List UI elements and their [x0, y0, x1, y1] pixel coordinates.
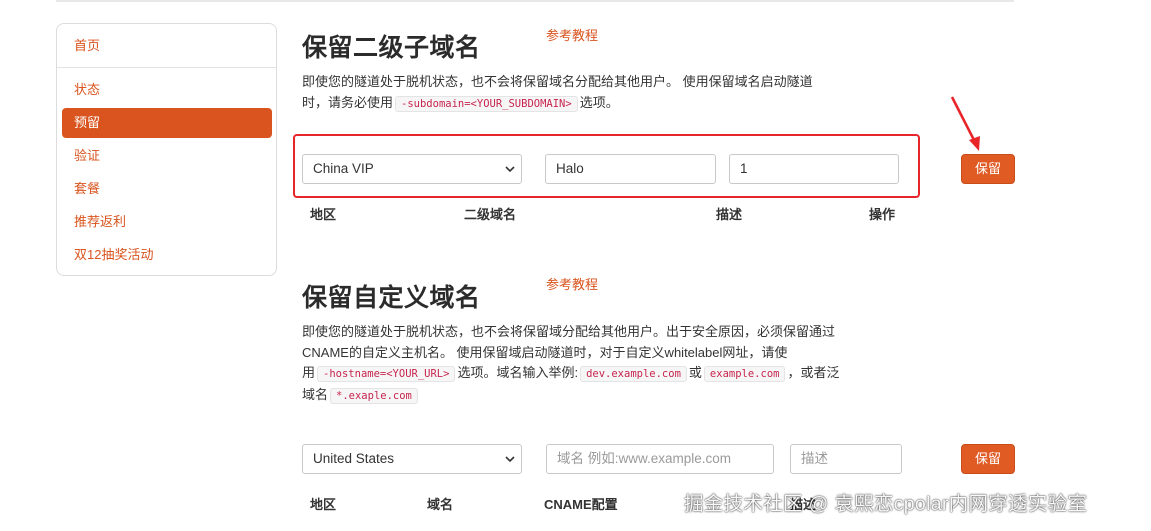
custom-domain-description: 即使您的隧道处于脱机状态，也不会将保留域分配给其他用户。出于安全原因，必须保留通…: [302, 322, 912, 406]
desc-text: 域名: [302, 386, 329, 402]
custom-desc-line1: 即使您的隧道处于脱机状态，也不会将保留域分配给其他用户。出于安全原因，必须保留通…: [302, 324, 836, 339]
custom-domain-input[interactable]: 域名 例如:www.example.com: [546, 444, 774, 474]
custom-col-region: 地区: [310, 497, 337, 512]
subdomain-col-region: 地区: [310, 207, 337, 222]
example-domain-code: example.com: [703, 366, 786, 382]
custom-domain-description-input[interactable]: 描述: [790, 444, 902, 474]
sidebar-item-status[interactable]: 状态: [62, 75, 272, 105]
reserve-custom-domain-button[interactable]: 保留: [961, 444, 1015, 474]
subdomain-tutorial-link[interactable]: 参考教程: [546, 25, 598, 44]
subdomain-region-select[interactable]: China VIP: [302, 154, 522, 184]
subdomain-col-action: 操作: [869, 207, 896, 222]
desc-text: 选项。域名输入举例:: [457, 365, 579, 380]
reserve-subdomain-title: 保留二级子域名: [302, 34, 481, 62]
chevron-down-icon: [505, 456, 515, 463]
subdomain-option-code: -subdomain=<YOUR_SUBDOMAIN>: [395, 95, 578, 112]
chevron-down-icon: [505, 166, 515, 173]
sidebar-item-home[interactable]: 首页: [62, 31, 272, 61]
watermark: 掘金技术社区 @ 袁熙恋cpolar内网穿透实验室: [684, 493, 1088, 515]
custom-col-cname: CNAME配置: [544, 497, 618, 512]
custom-desc-line3: 用 -hostname=<YOUR_URL> 选项。域名输入举例: dev.examp…: [302, 363, 912, 385]
custom-desc-line2: CNAME的自定义主机名。 使用保留域启动隧道时，对于自定义whitelabel…: [302, 344, 788, 360]
subdomain-description-input[interactable]: 1: [729, 154, 899, 184]
desc-text: 或: [688, 365, 702, 380]
sidebar-divider: [57, 67, 276, 68]
custom-domain-tutorial-link[interactable]: 参考教程: [546, 274, 598, 293]
subdomain-desc-line2: 时，请务必使用 -subdomain=<YOUR_SUBDOMAIN> 选项。: [302, 93, 902, 115]
sidebar-item-lottery[interactable]: 双12抽奖活动: [62, 240, 272, 270]
subdomain-description: 即使您的隧道处于脱机状态，也不会将保留域名分配给其他用户。 使用保留域名启动隧道…: [302, 72, 902, 114]
sidebar-item-reserve[interactable]: 预留: [62, 108, 272, 138]
arrow-annotation-icon: [950, 96, 980, 151]
region-select-value: China VIP: [313, 161, 374, 176]
sidebar-item-verify[interactable]: 验证: [62, 141, 272, 171]
sidebar: 首页 状态 预留 验证 套餐 推荐返利 双12抽奖活动: [56, 23, 277, 276]
desc-text: 选项。: [579, 94, 619, 110]
desc-text: ，或者泛: [787, 365, 840, 380]
subdomain-desc-line1: 即使您的隧道处于脱机状态，也不会将保留域名分配给其他用户。 使用保留域名启动隧道: [302, 74, 813, 89]
custom-col-domain: 域名: [427, 497, 454, 512]
sidebar-item-referral[interactable]: 推荐返利: [62, 207, 272, 237]
subdomain-col-subdomain: 二级域名: [464, 207, 517, 222]
custom-desc-line4: 域名 *.exaple.com: [302, 385, 912, 407]
sidebar-item-plans[interactable]: 套餐: [62, 174, 272, 204]
custom-domain-region-select[interactable]: United States: [302, 444, 522, 474]
region-select-value: United States: [313, 451, 395, 466]
reserve-custom-domain-title: 保留自定义域名: [302, 284, 481, 312]
subdomain-input[interactable]: Halo: [545, 154, 716, 184]
reserve-subdomain-button[interactable]: 保留: [961, 154, 1015, 184]
desc-text: 用: [302, 365, 316, 380]
wildcard-domain-code: *.exaple.com: [330, 387, 418, 404]
hostname-option-code: -hostname=<YOUR_URL>: [317, 366, 456, 382]
subdomain-col-description: 描述: [716, 207, 743, 222]
top-divider: [56, 0, 1014, 2]
desc-text: 时，请务必使用: [302, 94, 394, 110]
example-domain-code: dev.example.com: [580, 366, 687, 382]
